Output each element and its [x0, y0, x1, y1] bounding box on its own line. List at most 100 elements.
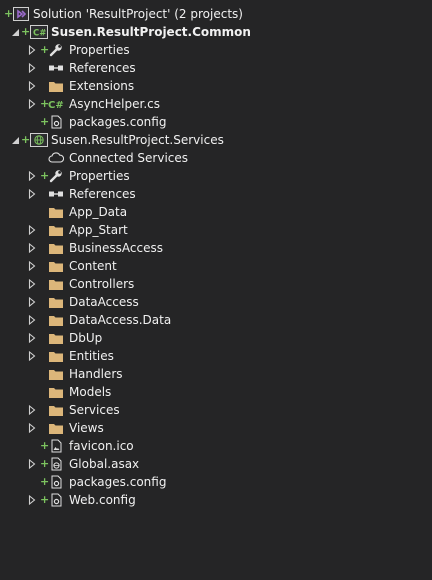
- folder-icon: [47, 329, 65, 347]
- tree-item-label: Properties: [69, 169, 130, 183]
- tree-item-label: Services: [69, 403, 120, 417]
- expand-arrow-collapsed-icon[interactable]: [27, 239, 37, 257]
- expand-arrow-collapsed-icon[interactable]: [27, 347, 37, 365]
- tree-item[interactable]: + Properties: [0, 41, 432, 59]
- expand-arrow-collapsed-icon[interactable]: [27, 419, 37, 437]
- tree-item[interactable]: App_Start: [0, 221, 432, 239]
- tree-item-label: packages.config: [69, 475, 167, 489]
- tree-item-label: References: [69, 187, 136, 201]
- references-icon: [47, 185, 65, 203]
- tree-item[interactable]: BusinessAccess: [0, 239, 432, 257]
- tree-item-label: Views: [69, 421, 104, 435]
- expand-arrow-expanded-icon[interactable]: [10, 131, 20, 149]
- pending-add-icon: +: [21, 25, 31, 38]
- expand-arrow-collapsed-icon[interactable]: [27, 257, 37, 275]
- web-project-icon: [30, 131, 48, 149]
- folder-icon: [47, 239, 65, 257]
- tree-item-label: App_Start: [69, 223, 128, 237]
- expand-arrow-collapsed-icon[interactable]: [27, 275, 37, 293]
- svg-text:C#: C#: [33, 29, 46, 39]
- tree-item-label: DataAccess: [69, 295, 139, 309]
- expand-arrow-collapsed-icon[interactable]: [27, 455, 37, 473]
- config-file-icon: [47, 113, 65, 131]
- tree-item[interactable]: + Web.config: [0, 491, 432, 509]
- config-file-icon: [47, 491, 65, 509]
- tree-item-label: Content: [69, 259, 117, 273]
- tree-item[interactable]: References: [0, 185, 432, 203]
- tree-item[interactable]: Controllers: [0, 275, 432, 293]
- expand-arrow-collapsed-icon[interactable]: [27, 221, 37, 239]
- tree-item-label: Handlers: [69, 367, 123, 381]
- tree-item-label: Global.asax: [69, 457, 140, 471]
- folder-icon: [47, 347, 65, 365]
- tree-item-label: AsyncHelper.cs: [69, 97, 161, 111]
- expand-arrow-collapsed-icon[interactable]: [27, 95, 37, 113]
- folder-icon: [47, 203, 65, 221]
- tree-item[interactable]: + Global.asax: [0, 455, 432, 473]
- project-node[interactable]: + Susen.ResultProject.Services: [0, 131, 432, 149]
- expand-arrow-collapsed-icon[interactable]: [27, 329, 37, 347]
- folder-icon: [47, 419, 65, 437]
- tree-item[interactable]: Views: [0, 419, 432, 437]
- tree-item[interactable]: Connected Services: [0, 149, 432, 167]
- tree-item-label: Models: [69, 385, 112, 399]
- tree-item[interactable]: Content: [0, 257, 432, 275]
- tree-item[interactable]: + packages.config: [0, 473, 432, 491]
- tree-item[interactable]: + packages.config: [0, 113, 432, 131]
- asax-file-icon: [47, 455, 65, 473]
- connected-services-icon: [47, 149, 65, 167]
- tree-item-label: Controllers: [69, 277, 135, 291]
- tree-item-label: DataAccess.Data: [69, 313, 172, 327]
- folder-icon: [47, 365, 65, 383]
- expand-arrow-collapsed-icon[interactable]: [27, 185, 37, 203]
- expand-arrow-expanded-icon[interactable]: [10, 23, 20, 41]
- tree-item-label: Web.config: [69, 493, 136, 507]
- solution-node[interactable]: + Solution 'ResultProject' (2 projects): [0, 5, 432, 23]
- tree-item-label: Properties: [69, 43, 130, 57]
- tree-item-label: App_Data: [69, 205, 128, 219]
- tree-item[interactable]: + Properties: [0, 167, 432, 185]
- project-label: Susen.ResultProject.Common: [51, 25, 251, 39]
- folder-icon: [47, 311, 65, 329]
- folder-icon: [47, 275, 65, 293]
- tree-item[interactable]: + C# AsyncHelper.cs: [0, 95, 432, 113]
- config-file-icon: [47, 473, 65, 491]
- expand-arrow-collapsed-icon[interactable]: [27, 491, 37, 509]
- folder-icon: [47, 77, 65, 95]
- tree-item[interactable]: App_Data: [0, 203, 432, 221]
- project-label: Susen.ResultProject.Services: [51, 133, 224, 147]
- pending-add-icon: +: [4, 7, 14, 20]
- references-icon: [47, 59, 65, 77]
- expand-arrow-collapsed-icon[interactable]: [27, 167, 37, 185]
- csharp-project-icon: C#: [30, 23, 48, 41]
- tree-item[interactable]: DataAccess.Data: [0, 311, 432, 329]
- expand-arrow-collapsed-icon[interactable]: [27, 77, 37, 95]
- folder-icon: [47, 293, 65, 311]
- expand-arrow-collapsed-icon[interactable]: [27, 293, 37, 311]
- tree-item[interactable]: Services: [0, 401, 432, 419]
- csharp-file-icon: C#: [47, 95, 65, 113]
- tree-item[interactable]: Extensions: [0, 77, 432, 95]
- folder-icon: [47, 221, 65, 239]
- expand-arrow-collapsed-icon[interactable]: [27, 401, 37, 419]
- pending-add-icon: +: [21, 133, 31, 146]
- tree-item[interactable]: Entities: [0, 347, 432, 365]
- wrench-icon: [47, 41, 65, 59]
- tree-item[interactable]: DbUp: [0, 329, 432, 347]
- tree-item-label: favicon.ico: [69, 439, 134, 453]
- tree-item[interactable]: References: [0, 59, 432, 77]
- tree-item-label: Extensions: [69, 79, 135, 93]
- tree-item[interactable]: + favicon.ico: [0, 437, 432, 455]
- folder-icon: [47, 383, 65, 401]
- project-node[interactable]: + C# Susen.ResultProject.Common: [0, 23, 432, 41]
- tree-item[interactable]: Handlers: [0, 365, 432, 383]
- solution-icon: [12, 5, 30, 23]
- tree-item-label: DbUp: [69, 331, 103, 345]
- tree-item[interactable]: DataAccess: [0, 293, 432, 311]
- expand-arrow-collapsed-icon[interactable]: [27, 41, 37, 59]
- expand-arrow-collapsed-icon[interactable]: [27, 59, 37, 77]
- tree-item-label: Entities: [69, 349, 114, 363]
- tree-item-label: Connected Services: [69, 151, 189, 165]
- expand-arrow-collapsed-icon[interactable]: [27, 311, 37, 329]
- tree-item[interactable]: Models: [0, 383, 432, 401]
